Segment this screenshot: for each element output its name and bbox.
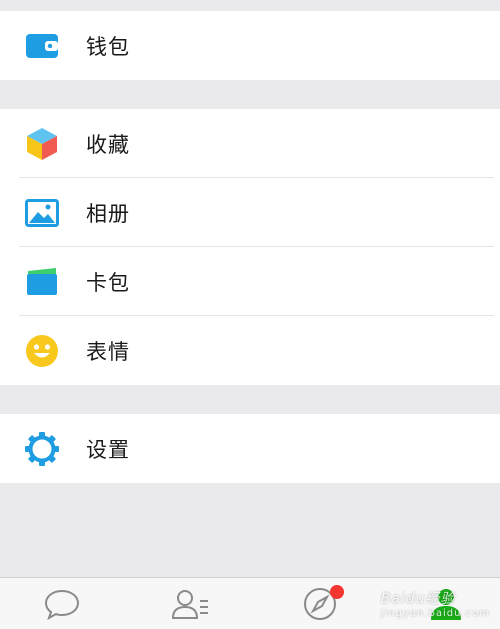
menu-item-album[interactable]: 相册 [0, 178, 500, 247]
menu-item-label: 表情 [86, 339, 130, 364]
menu-item-stickers[interactable]: 表情 [0, 316, 500, 385]
menu-item-label: 收藏 [86, 132, 130, 157]
watermark-subtext: jingyan.baidu.com [380, 608, 490, 619]
menu-item-settings[interactable]: 设置 [0, 414, 500, 483]
menu-item-wallet[interactable]: 钱包 [0, 11, 500, 80]
features-group: 收藏 相册 卡包 表情 [0, 109, 500, 385]
watermark-text: Baidu经验 [380, 591, 456, 607]
tab-chats[interactable] [42, 588, 82, 624]
menu-item-label: 设置 [86, 437, 130, 462]
tab-contacts[interactable] [170, 588, 210, 624]
notification-badge [330, 585, 344, 599]
wallet-icon [24, 28, 60, 64]
settings-group: 设置 [0, 414, 500, 483]
tab-discover[interactable] [300, 585, 344, 624]
chat-bubble-icon [43, 588, 81, 624]
settings-gear-icon [24, 431, 60, 467]
menu-item-label: 钱包 [86, 34, 130, 59]
menu-item-favorites[interactable]: 收藏 [0, 109, 500, 178]
wallet-group: 钱包 [0, 11, 500, 80]
album-picture-icon [24, 195, 60, 231]
bottom-tab-bar: Baidu经验 jingyan.baidu.com [0, 577, 500, 629]
menu-item-card-wallet[interactable]: 卡包 [0, 247, 500, 316]
smiley-emoji-icon [24, 333, 60, 369]
menu-item-label: 卡包 [86, 270, 130, 295]
menu-item-label: 相册 [86, 201, 130, 226]
contacts-icon [170, 588, 210, 624]
watermark: Baidu经验 jingyan.baidu.com [381, 588, 490, 619]
card-wallet-icon [24, 264, 60, 300]
favorites-cube-icon [24, 126, 60, 162]
